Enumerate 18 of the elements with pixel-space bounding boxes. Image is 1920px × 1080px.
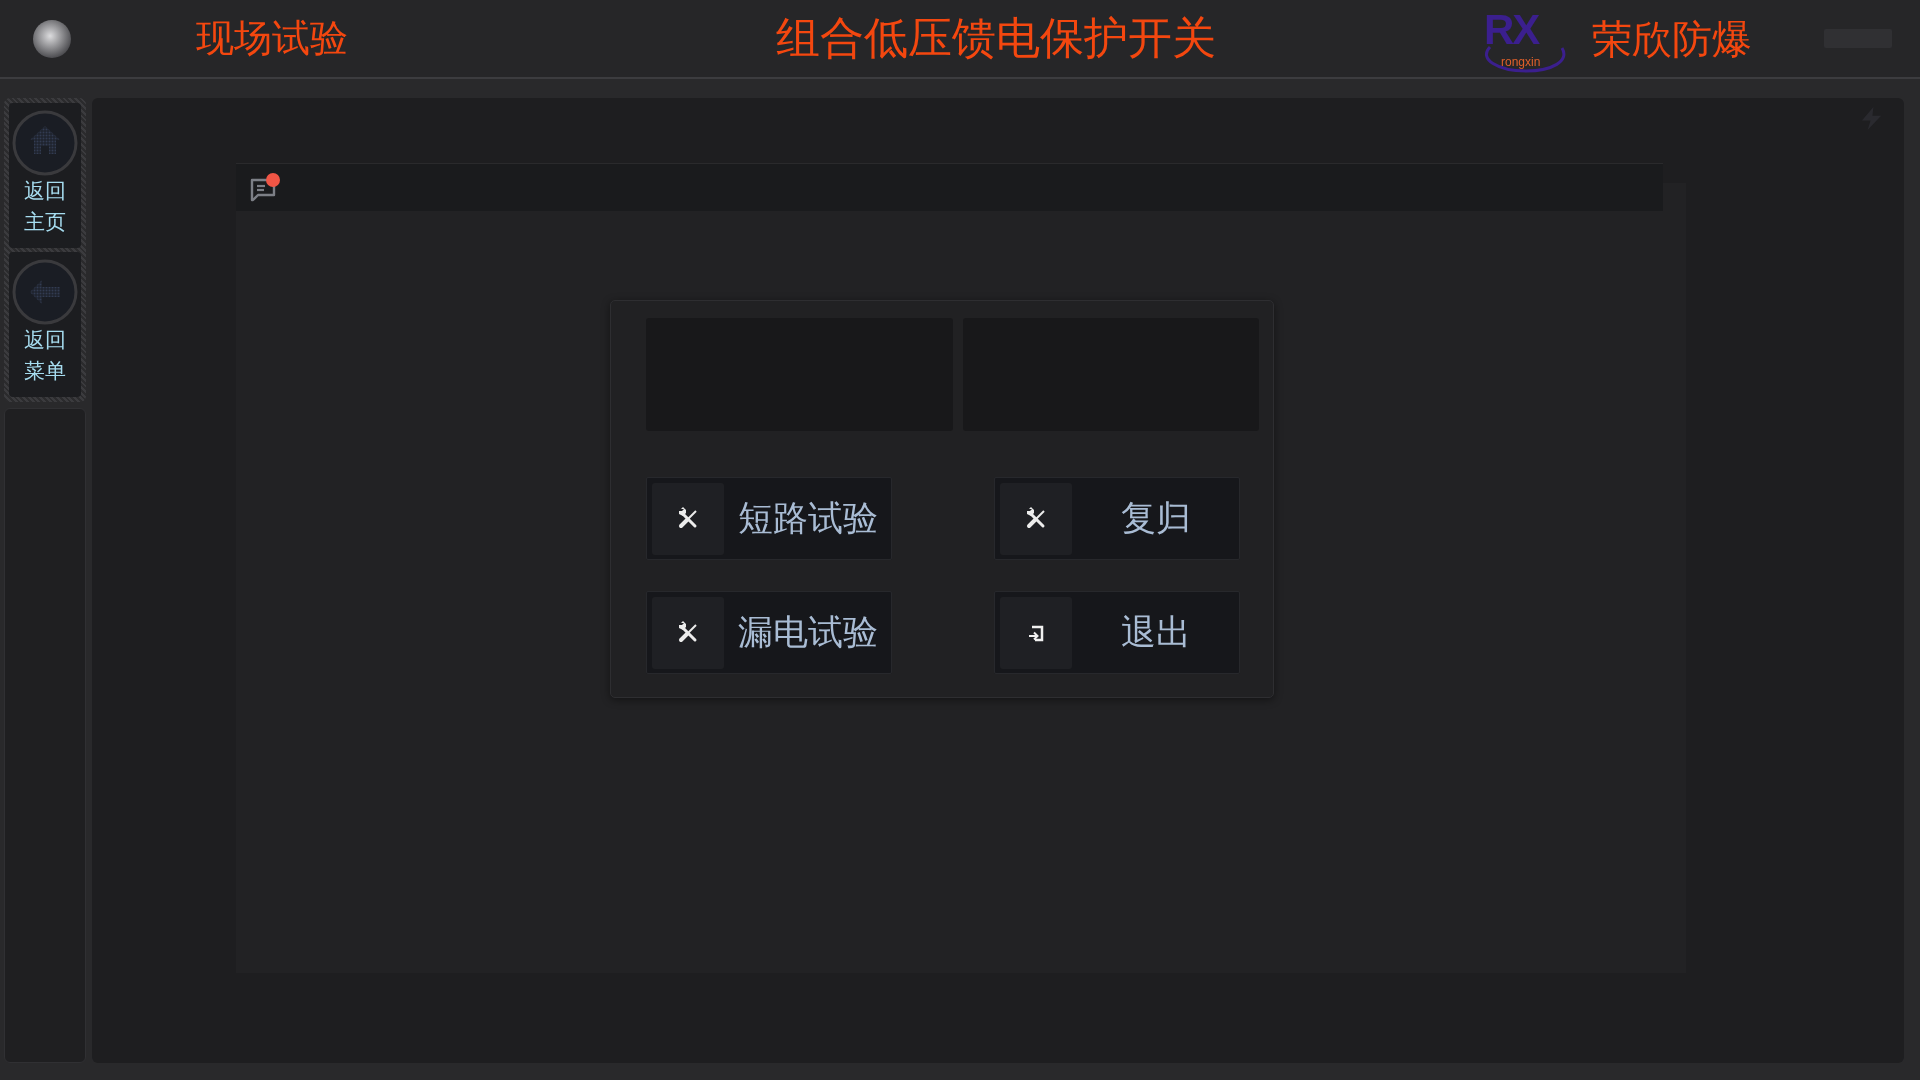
test-button[interactable]: 短路试验 — [646, 477, 892, 560]
exit-icon — [1000, 596, 1072, 669]
exit-button[interactable]: 退出 — [994, 591, 1240, 674]
home-icon — [12, 110, 78, 176]
section-title: 现场试验 — [196, 16, 348, 61]
back-button[interactable]: 返回菜单 — [9, 252, 81, 397]
reset-button[interactable]: 复归 — [994, 477, 1240, 560]
tools-icon — [652, 596, 724, 669]
home-button[interactable]: 返回主页 — [9, 103, 81, 248]
device-title: 组合低压馈电保护开关 — [776, 13, 1216, 64]
message-icon[interactable] — [249, 176, 277, 203]
logo-tagline: rongxin — [1501, 55, 1541, 68]
logo-swoosh-icon — [1482, 44, 1568, 73]
tools-icon — [652, 482, 724, 555]
company-name: 荣欣防爆 — [1592, 15, 1752, 62]
logo-mark: RX — [1484, 8, 1539, 51]
test-button[interactable]: 漏电试验 — [646, 591, 892, 674]
tools-icon — [1000, 482, 1072, 555]
